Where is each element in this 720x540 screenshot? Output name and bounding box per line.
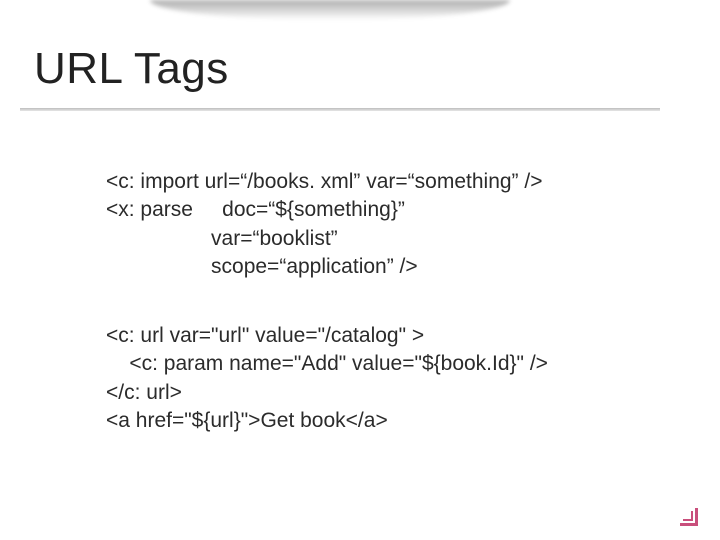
slide-title: URL Tags	[34, 44, 229, 94]
code-block-import-parse: <c: import url=“/books. xml” var=“someth…	[106, 168, 542, 281]
slide: URL Tags <c: import url=“/books. xml” va…	[0, 0, 720, 540]
title-underline	[20, 108, 660, 111]
corner-decoration-icon	[680, 508, 698, 526]
code-block-url-tag: <c: url var="url" value="/catalog" > <c:…	[106, 322, 548, 435]
top-shadow-decoration	[150, 0, 510, 20]
